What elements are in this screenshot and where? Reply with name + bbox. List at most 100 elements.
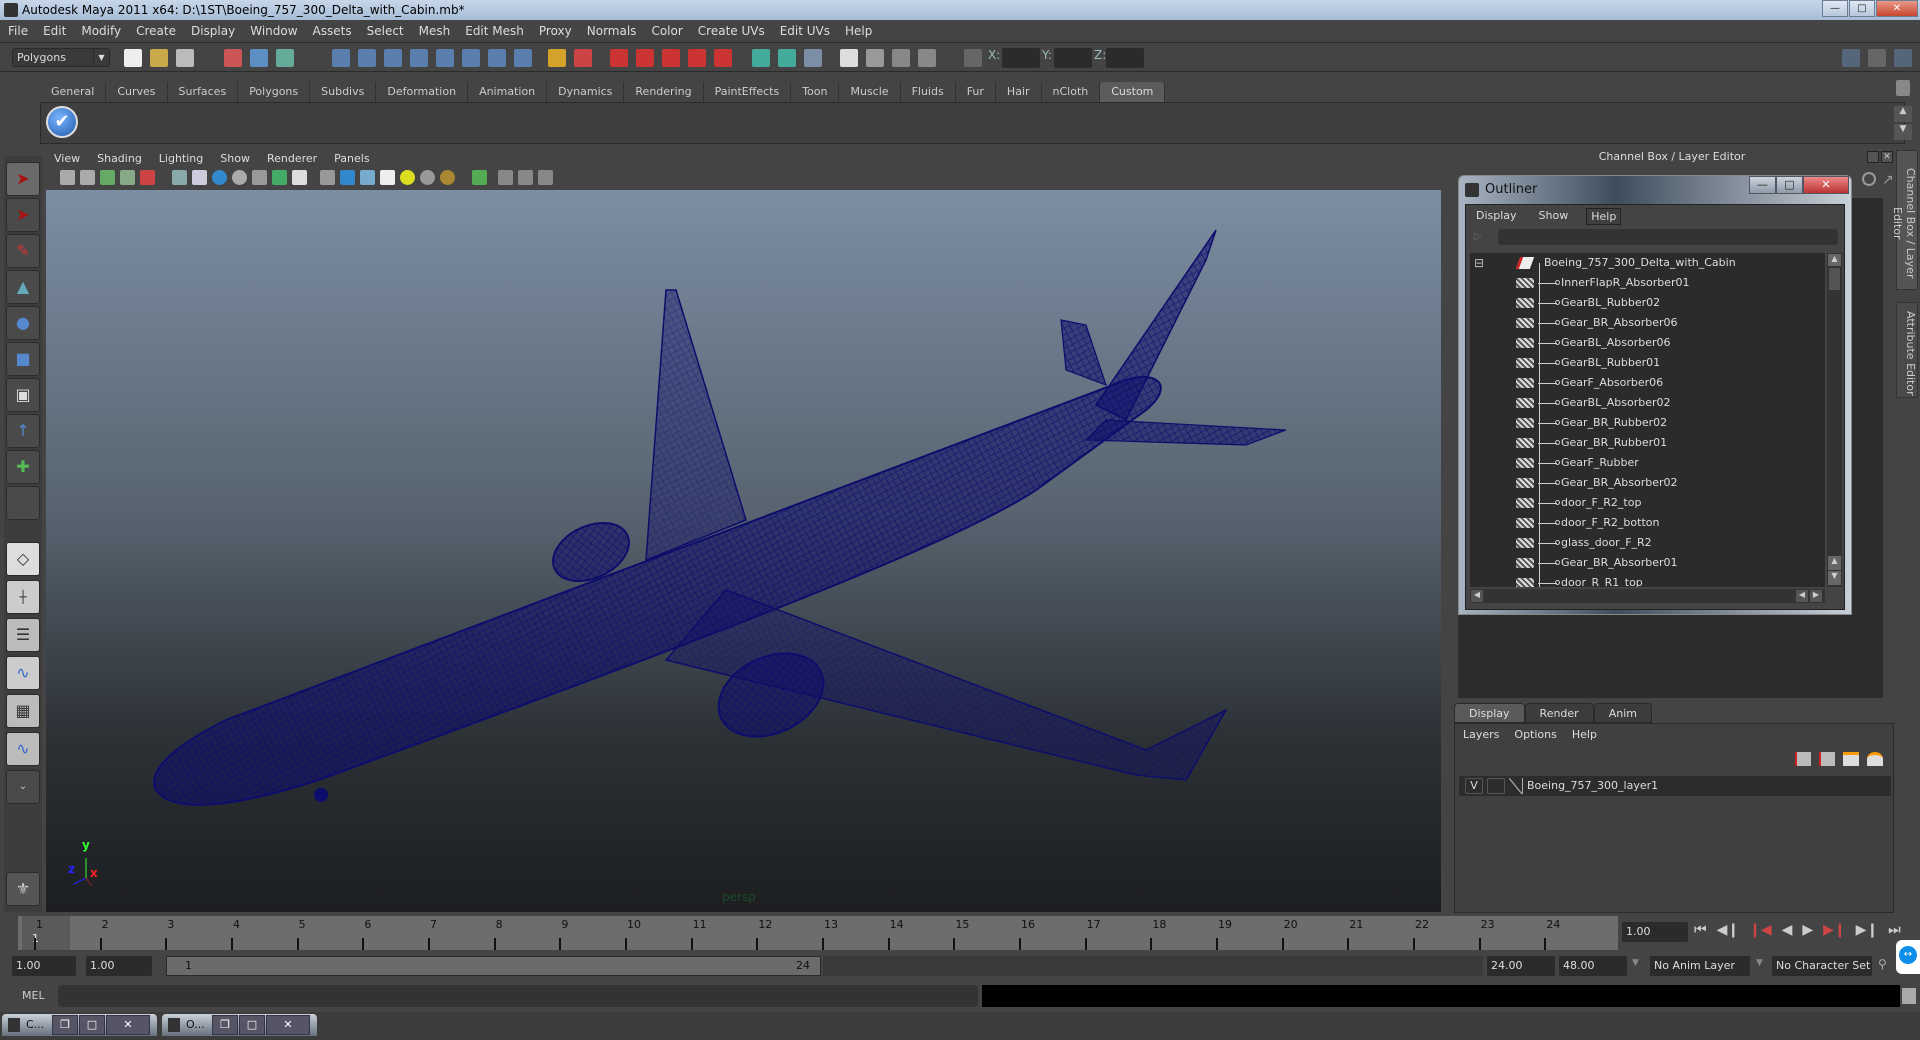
outliner-item[interactable]: GearBL_Rubber02 (1470, 293, 1825, 313)
maximize-button[interactable]: □ (79, 1015, 105, 1035)
script-editor-icon[interactable] (1902, 988, 1916, 1004)
isolate-select-icon[interactable] (472, 170, 487, 185)
paint-select-tool-icon[interactable]: ✎ (6, 234, 40, 268)
layer-menu-layers[interactable]: Layers (1463, 728, 1499, 741)
tab-general[interactable]: General (40, 82, 107, 102)
menu-edit-uvs[interactable]: Edit UVs (780, 24, 830, 38)
character-set-dropdown[interactable]: No Character Set (1772, 956, 1872, 976)
scroll-up-button[interactable]: ▲ (1828, 254, 1841, 266)
layout-more-icon[interactable]: ⌄ (6, 770, 40, 804)
collapse-icon[interactable]: ⊟ (1474, 253, 1484, 273)
step-back-key-icon[interactable]: ❙◀ (1749, 922, 1772, 938)
outliner-maximize-button[interactable]: □ (1776, 176, 1803, 194)
xray-joints-icon[interactable] (518, 170, 533, 185)
start-time-field[interactable]: 1.00 (12, 956, 76, 976)
magnet-icon[interactable] (662, 49, 680, 67)
tab-custom[interactable]: Custom (1100, 82, 1166, 102)
render-view-icon[interactable] (804, 49, 822, 67)
select-camera-icon[interactable] (60, 170, 75, 185)
step-forward-frame-icon[interactable]: ▶❙ (1856, 922, 1879, 938)
single-perspective-layout-icon[interactable]: ◇ (6, 542, 40, 576)
tab-ncloth[interactable]: nCloth (1041, 82, 1101, 102)
step-back-frame-icon[interactable]: ◀❙ (1717, 922, 1740, 938)
outliner-horizontal-scrollbar[interactable]: ◀ ◀ ▶ (1470, 589, 1825, 603)
z-field[interactable] (1106, 48, 1144, 68)
current-time-marker[interactable]: 1 (22, 916, 70, 950)
shadows-icon[interactable] (420, 170, 435, 185)
range-start-handle[interactable]: 1 (185, 959, 192, 972)
safe-action-icon[interactable] (272, 170, 287, 185)
tab-polygons[interactable]: Polygons (238, 82, 311, 102)
universal-manipulator-icon[interactable]: ▣ (6, 378, 40, 412)
arrow-icon[interactable]: ↗ (1882, 172, 1894, 188)
end-time-field[interactable]: 48.00 (1559, 956, 1627, 976)
smooth-shade-icon[interactable] (340, 170, 355, 185)
menu-create-uvs[interactable]: Create UVs (698, 24, 765, 38)
outliner-item[interactable]: Gear_BR_Rubber01 (1470, 433, 1825, 453)
y-field[interactable] (1054, 48, 1092, 68)
wireframe-icon[interactable] (320, 170, 335, 185)
restore-button[interactable]: ❐ (212, 1015, 238, 1035)
command-language-toggle[interactable]: MEL (22, 989, 45, 1002)
outliner-item[interactable]: GearF_Absorber06 (1470, 373, 1825, 393)
panel-menu-renderer[interactable]: Renderer (267, 152, 317, 168)
x-field[interactable] (1002, 48, 1040, 68)
menu-file[interactable]: File (8, 24, 28, 38)
menu-proxy[interactable]: Proxy (539, 24, 572, 38)
outliner-item[interactable]: Gear_BR_Absorber02 (1470, 473, 1825, 493)
ipr-icon[interactable] (892, 49, 910, 67)
tab-rendering[interactable]: Rendering (624, 82, 704, 102)
menu-mesh[interactable]: Mesh (419, 24, 451, 38)
move-layer-down-icon[interactable] (1819, 752, 1835, 766)
snap-point-icon[interactable] (384, 49, 402, 67)
new-scene-icon[interactable] (124, 49, 142, 67)
render-current-frame-icon[interactable] (840, 49, 858, 67)
shelf-scroll-up-button[interactable]: ▲ (1894, 106, 1912, 122)
xray-icon[interactable] (498, 170, 513, 185)
anim-layer-dropdown[interactable]: No Anim Layer (1650, 956, 1750, 976)
image-plane-icon[interactable] (120, 170, 135, 185)
panel-menu-shading[interactable]: Shading (97, 152, 142, 168)
outliner-menu-help[interactable]: Help (1586, 208, 1622, 225)
playback-end-field[interactable]: 24.00 (1487, 956, 1555, 976)
snap-grid-icon[interactable] (332, 49, 350, 67)
lock-icon[interactable] (548, 49, 566, 67)
tab-animation[interactable]: Animation (468, 82, 548, 102)
outliner-menu-show[interactable]: Show (1535, 208, 1573, 225)
scroll-down-button[interactable]: ▼ (1828, 571, 1841, 585)
create-layer-from-selected-icon[interactable] (1867, 752, 1883, 766)
scroll-right-button[interactable]: ▶ (1810, 590, 1822, 602)
current-frame-field[interactable]: 1.00 (1622, 922, 1688, 942)
layer-display-type-toggle[interactable] (1487, 778, 1505, 794)
tab-channel-box-layer-editor[interactable]: Channel Box / Layer Editor (1891, 150, 1918, 290)
gate-mask-icon[interactable] (232, 170, 247, 185)
menu-set-dropdown[interactable]: Polygons ▼ (12, 48, 110, 67)
outliner-item[interactable]: Gear_BR_Absorber01 (1470, 553, 1825, 573)
outliner-item[interactable]: InnerFlapR_Absorber01 (1470, 273, 1825, 293)
layer-tab-display[interactable]: Display (1454, 703, 1525, 723)
make-live-icon[interactable] (436, 49, 454, 67)
camera-attributes-icon[interactable] (80, 170, 95, 185)
playback-start-field[interactable]: 1.00 (86, 956, 152, 976)
snap-surface-icon[interactable] (462, 49, 480, 67)
go-to-start-icon[interactable]: ⏮ (1694, 922, 1707, 938)
use-all-lights-icon[interactable] (400, 170, 415, 185)
bookmarks-icon[interactable] (100, 170, 115, 185)
select-hierarchy-icon[interactable] (224, 49, 242, 67)
outliner-item[interactable]: Gear_BR_Absorber06 (1470, 313, 1825, 333)
key-icon[interactable]: ⚲ (1878, 957, 1887, 971)
minimized-window[interactable]: O... ❐ □ ✕ (162, 1014, 317, 1036)
menu-create[interactable]: Create (136, 24, 176, 38)
menu-window[interactable]: Window (250, 24, 297, 38)
magnet-icon[interactable] (636, 49, 654, 67)
outliner-menu-display[interactable]: Display (1472, 208, 1521, 225)
outliner-item[interactable]: door_F_R2_botton (1470, 513, 1825, 533)
scroll-thumb[interactable] (1829, 268, 1840, 290)
hypershade-persp-layout-icon[interactable]: ▦ (6, 694, 40, 728)
absolute-transform-icon[interactable] (964, 49, 982, 67)
tab-fur[interactable]: Fur (955, 82, 996, 102)
play-forwards-icon[interactable]: ▶ (1802, 922, 1813, 938)
tab-curves[interactable]: Curves (106, 82, 168, 102)
show-manipulator-icon[interactable]: ✚ (6, 450, 40, 484)
outliner-minimize-button[interactable]: — (1749, 176, 1776, 194)
